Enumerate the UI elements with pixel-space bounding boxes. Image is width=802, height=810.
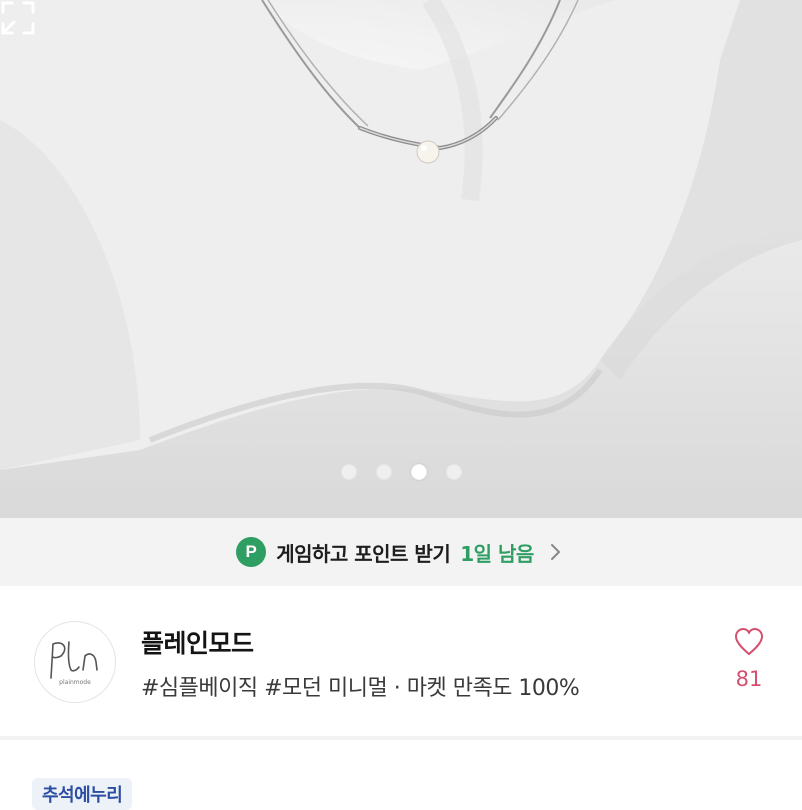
game-points-banner[interactable]: P 게임하고 포인트 받기 1일 남음 xyxy=(0,518,802,586)
banner-days-left: 1일 남음 xyxy=(460,541,534,566)
event-tag-chip[interactable]: 추석에누리 xyxy=(32,778,133,810)
banner-text: 게임하고 포인트 받기 xyxy=(276,541,451,566)
carousel-dot-active[interactable] xyxy=(410,464,427,480)
shop-info-row[interactable] xyxy=(0,586,802,736)
shop-logo-mark: plainmode xyxy=(50,641,98,686)
product-image[interactable] xyxy=(0,0,802,518)
shop-logo-text: plainmode xyxy=(59,679,91,686)
section-divider xyxy=(0,736,802,740)
carousel-indicator xyxy=(0,464,802,480)
shop-logo[interactable]: plainmode xyxy=(34,621,116,703)
shop-description: #심플베이직 #모던 미니멀 · 마켓 만족도 100% xyxy=(141,676,580,701)
necklace-photo xyxy=(0,0,802,518)
shop-name[interactable]: 플레인모드 xyxy=(141,624,254,660)
chevron-right-icon xyxy=(550,544,560,560)
carousel-dot[interactable] xyxy=(340,464,357,480)
carousel-dot[interactable] xyxy=(375,464,392,480)
points-badge-icon: P xyxy=(236,537,267,567)
heart-icon[interactable] xyxy=(733,626,765,658)
expand-icon[interactable] xyxy=(0,0,36,36)
like-count: 81 xyxy=(735,667,763,691)
carousel-dot[interactable] xyxy=(445,464,462,480)
